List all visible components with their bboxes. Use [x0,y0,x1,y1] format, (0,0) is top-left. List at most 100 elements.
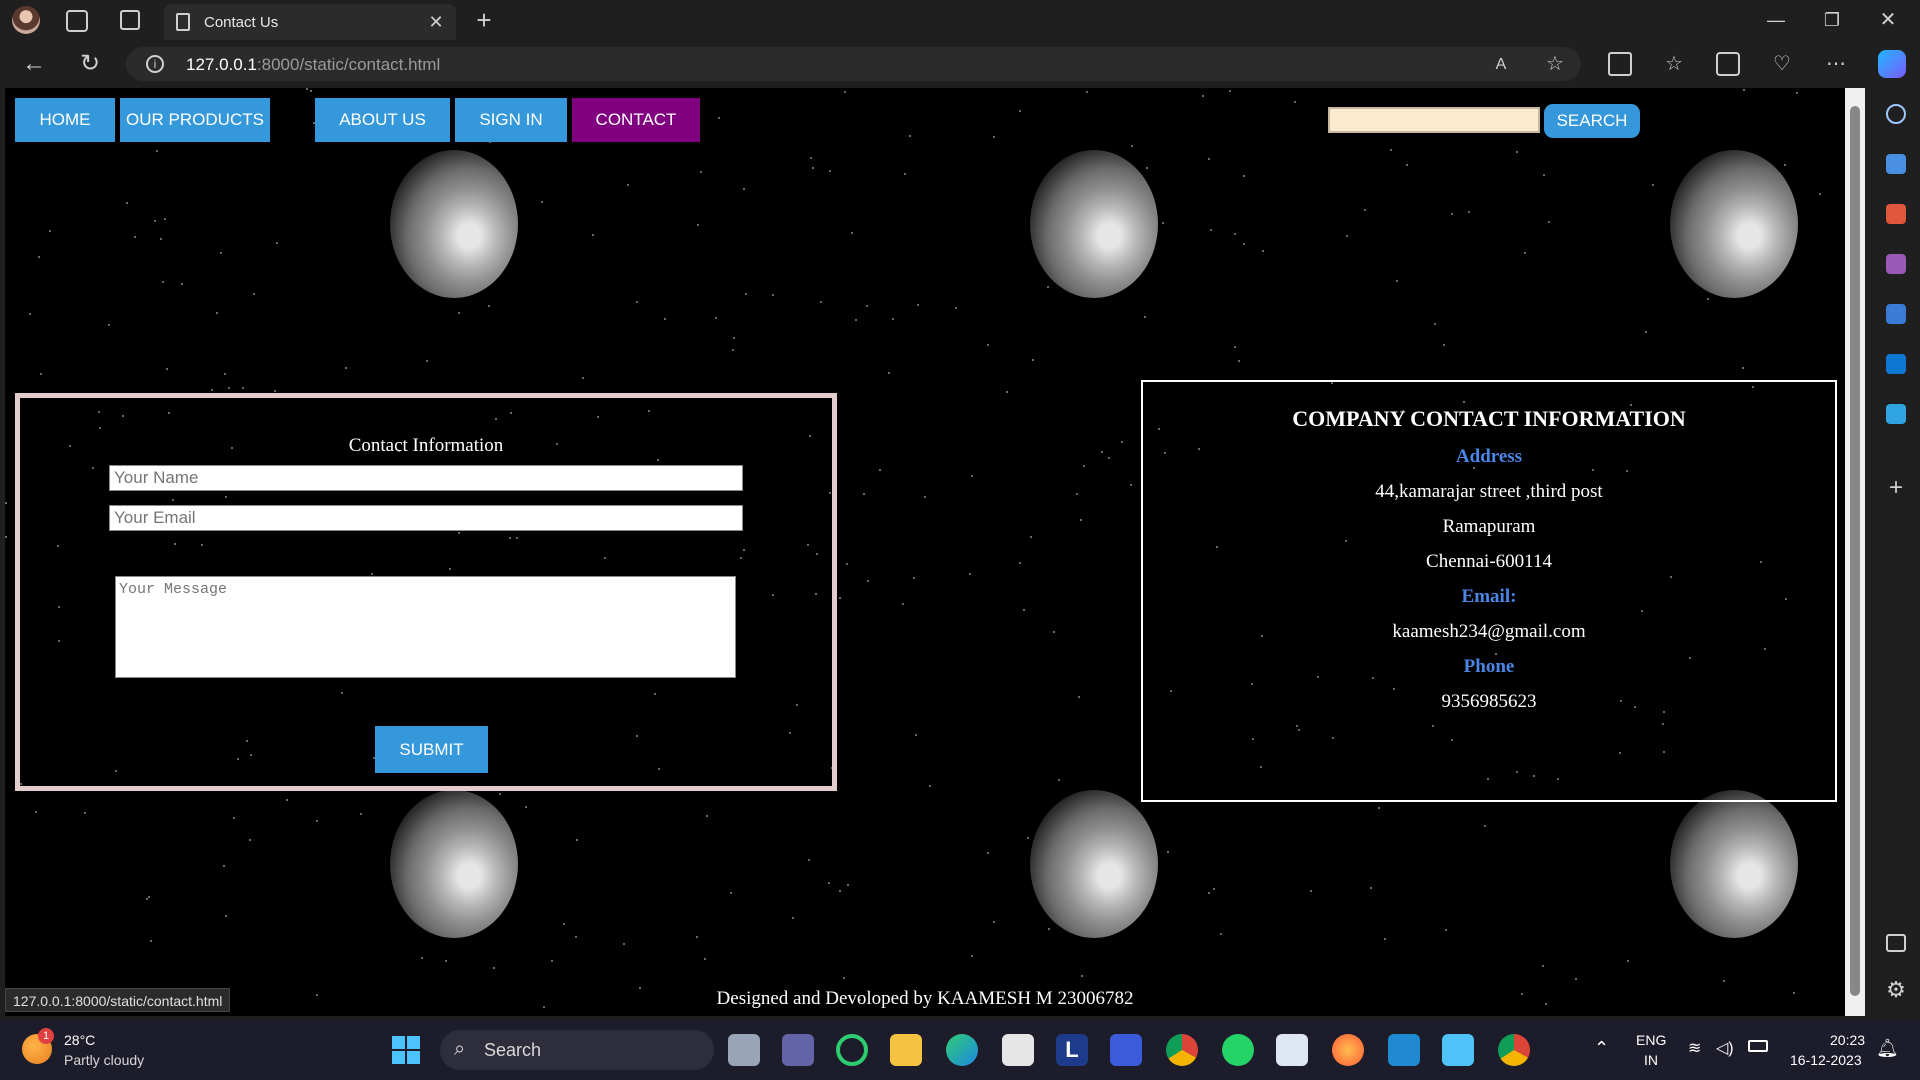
star-dot [846,563,848,565]
sidebar-games-icon[interactable] [1886,254,1906,274]
sidebar-outlook-icon[interactable] [1886,354,1906,374]
email-label: Email: [1461,586,1517,607]
star-dot [829,170,831,172]
star-dot [810,157,812,159]
star-dot [582,377,584,379]
close-tab-icon[interactable]: ✕ [428,13,444,31]
browser-essentials-icon[interactable]: ♡ [1770,52,1794,76]
nav-home[interactable]: HOME [15,98,115,142]
star-dot [1108,457,1110,459]
sidebar-search-icon[interactable] [1886,104,1906,124]
star-dot [1053,631,1055,633]
edge-browser-icon[interactable] [946,1034,978,1066]
star-dot [1121,441,1123,443]
scroll-thumb[interactable] [1850,106,1860,996]
wifi-icon[interactable]: ≋ [1688,1038,1701,1058]
notification-bell-icon[interactable]: 🔔︎ [1876,1038,1899,1059]
star-dot [1575,978,1577,980]
nav-about-us[interactable]: ABOUT US [315,98,450,142]
nav-sign-in[interactable]: SIGN IN [455,98,567,142]
favorites-icon[interactable]: ☆ [1662,52,1686,76]
split-screen-icon[interactable] [1608,52,1632,76]
language-line-2[interactable]: IN [1644,1052,1658,1068]
footer-credit: Designed and Devoloped by KAAMESH M 2300… [716,988,1134,1009]
sidebar-tools-icon[interactable] [1886,204,1906,224]
clock-date[interactable]: 16-12-2023 [1790,1052,1862,1068]
refresh-icon[interactable]: ↻ [76,50,104,78]
star-dot [1524,252,1526,254]
star-dot [421,957,423,959]
notepad-icon[interactable] [1442,1034,1474,1066]
star-dot [286,799,288,801]
l-app-icon[interactable]: L [1056,1034,1088,1066]
app-triangle-icon[interactable] [1110,1034,1142,1066]
star-dot [146,898,148,900]
company-contact-box: COMPANY CONTACT INFORMATION Address 44,k… [1141,380,1837,802]
message-field[interactable]: Your Message [115,576,736,678]
sidebar-shopping-icon[interactable] [1886,154,1906,174]
star-dot [253,293,255,295]
sidebar-hide-icon[interactable] [1886,934,1906,952]
weather-badge: 1 [38,1028,54,1044]
tab-actions-icon[interactable] [120,10,140,30]
new-tab-icon[interactable]: + [470,6,498,34]
star-dot [576,839,578,841]
clock-time[interactable]: 20:23 [1830,1032,1865,1048]
star-dot [551,960,553,962]
search-button[interactable]: SEARCH [1544,104,1640,138]
back-icon[interactable]: ← [20,50,48,78]
site-info-icon[interactable]: i [146,55,164,73]
nav-contact[interactable]: CONTACT [572,98,700,142]
firefox-icon[interactable] [1332,1034,1364,1066]
search-input[interactable] [1328,107,1540,133]
minimize-icon[interactable]: — [1764,8,1788,32]
star-dot [493,967,495,969]
nav-our-products[interactable]: OUR PRODUCTS [120,98,270,142]
restore-icon[interactable]: ❐ [1820,8,1844,32]
read-aloud-icon[interactable]: A [1490,54,1512,76]
moon-image [390,150,518,298]
collections-icon[interactable] [1716,52,1740,76]
star-dot [929,785,931,787]
sidebar-add-icon[interactable]: + [1884,476,1908,500]
star-dot [29,313,31,315]
tray-chevron-icon[interactable]: ⌃ [1594,1038,1609,1059]
vscode-icon[interactable] [1388,1034,1420,1066]
sidebar-settings-icon[interactable]: ⚙ [1884,978,1908,1002]
email-field[interactable]: Your Email [109,505,743,531]
close-window-icon[interactable]: ✕ [1876,8,1900,32]
circle-app-icon[interactable] [836,1034,868,1066]
profile-avatar[interactable] [12,6,40,34]
star-dot [1144,316,1146,318]
language-line-1[interactable]: ENG [1636,1032,1666,1048]
copilot-icon[interactable] [1878,50,1906,78]
file-explorer-icon[interactable] [890,1034,922,1066]
chrome-profile-icon[interactable] [1498,1034,1530,1066]
workspaces-icon[interactable] [66,10,88,32]
teams-chat-icon[interactable] [782,1034,814,1066]
tab-title: Contact Us [204,14,279,31]
volume-icon[interactable]: ◁) [1716,1038,1734,1058]
more-options-icon[interactable]: ⋯ [1824,52,1848,76]
name-field[interactable]: Your Name [109,465,743,491]
microsoft-store-icon[interactable] [1002,1034,1034,1066]
address-bar[interactable]: i 127.0.0.1:8000/static/contact.html A ☆ [126,47,1581,81]
taskbar-search[interactable]: ⌕ Search [440,1030,714,1070]
battery-icon[interactable] [1748,1040,1768,1052]
whatsapp-icon[interactable] [1222,1034,1254,1066]
page-scrollbar[interactable] [1845,88,1865,1016]
sidebar-send-icon[interactable] [1886,404,1906,424]
tab-contact-us[interactable]: Contact Us ✕ [164,4,456,40]
favorite-star-icon[interactable]: ☆ [1544,53,1566,75]
start-button[interactable] [392,1036,420,1064]
star-dot [718,117,720,119]
submit-button[interactable]: SUBMIT [375,726,488,773]
star-dot [1146,167,1148,169]
star-dot [743,188,745,190]
sidebar-copilot-icon[interactable] [1886,304,1906,324]
document-app-icon[interactable] [1276,1034,1308,1066]
chrome-icon[interactable] [1166,1034,1198,1066]
task-view-icon[interactable] [728,1034,760,1066]
address-line-1: 44,kamarajar street ,third post [1375,481,1603,502]
star-dot [1078,696,1080,698]
